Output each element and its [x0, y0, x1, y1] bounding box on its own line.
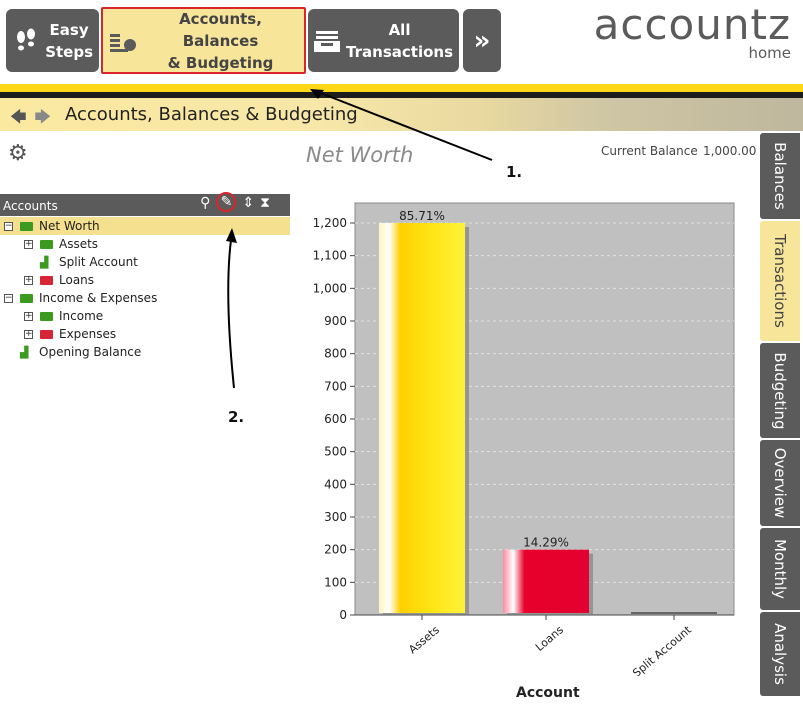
annotation-label-1: 1. [506, 163, 523, 181]
annotation-arrows [226, 89, 493, 389]
annotation-arrow-2 [227, 239, 235, 389]
annotation-arrowhead-2 [226, 228, 237, 243]
annotation-label-2: 2. [228, 408, 245, 426]
annotation-arrow-1 [317, 91, 493, 161]
